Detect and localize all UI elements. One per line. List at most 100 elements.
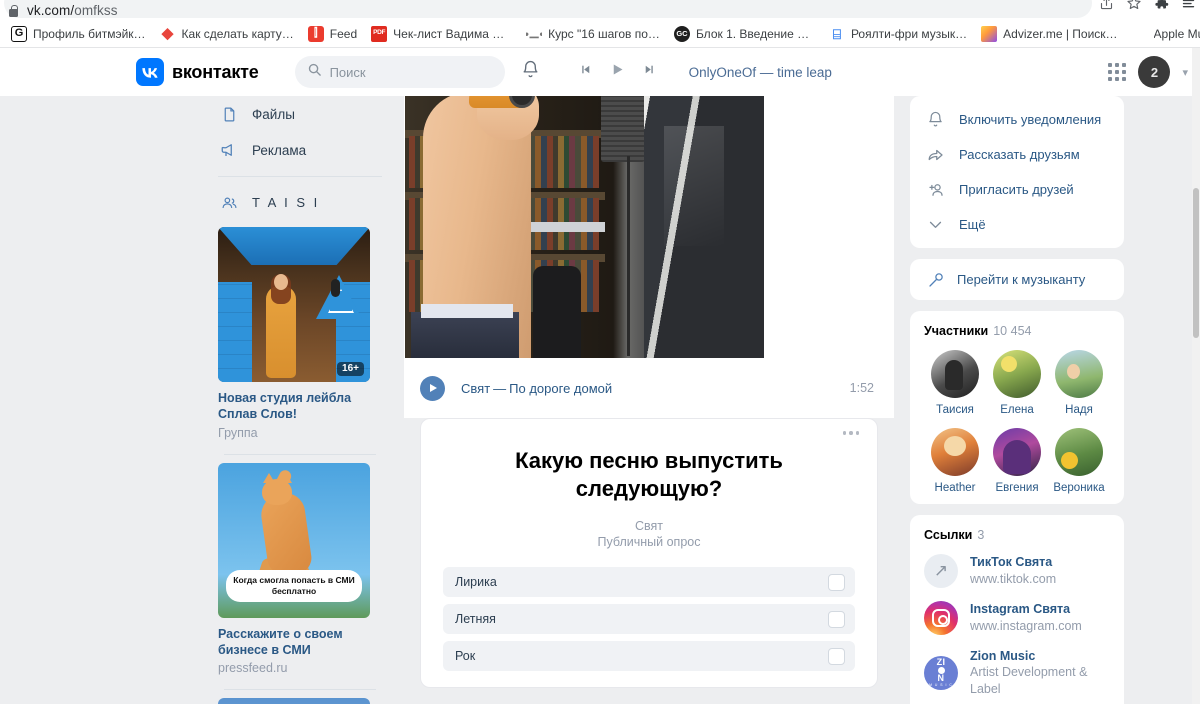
bookmark-item[interactable]: PDF Чек-лист Вадима Р… [364, 23, 519, 45]
group-action-label: Включить уведомления [959, 112, 1102, 127]
more-options-icon[interactable] [842, 431, 859, 435]
member-item[interactable]: Елена [993, 350, 1041, 416]
member-name[interactable]: Таисия [936, 404, 974, 416]
sidebar-item-files[interactable]: Файлы [212, 96, 388, 132]
bookmark-item[interactable]: GC Блок 1. Введение в… [667, 23, 822, 45]
poll-option-checkbox[interactable] [828, 610, 845, 628]
notifications-bell-icon[interactable] [521, 60, 540, 84]
share-arrow-icon [926, 146, 945, 164]
member-name[interactable]: Вероника [1053, 482, 1104, 494]
link-title[interactable]: ТикТок Свята [970, 554, 1056, 570]
bookmark-item[interactable]: Advizer.me | Поиск… [974, 23, 1124, 45]
browser-chrome: vk.com/omfkss G Профиль битмэйк… ◆ Как сдел… [0, 0, 1200, 48]
link-url: www.tiktok.com [970, 571, 1057, 586]
member-item[interactable]: Вероника [1053, 428, 1105, 494]
skip-next-icon[interactable] [642, 63, 657, 81]
bookmark-item[interactable]: ◆ Как сделать карту… [153, 23, 301, 45]
bookmark-item[interactable]: ⫿ Feed [301, 23, 364, 45]
microphone-icon [926, 271, 945, 289]
member-avatar[interactable] [1055, 428, 1103, 476]
member-name[interactable]: Heather [935, 482, 976, 494]
search-box[interactable] [294, 56, 505, 88]
poll-option-label: Лирика [455, 575, 497, 590]
ad-title[interactable]: Новая студия лейбла Сплав Слов! [218, 390, 370, 423]
go-to-musician-link[interactable]: Перейти к музыканту [910, 259, 1124, 300]
bookmark-item[interactable]: •⚊• Курс "16 шагов по… [519, 23, 667, 45]
url-text[interactable]: vk.com/omfkss [27, 3, 118, 18]
member-name[interactable]: Елена [1000, 404, 1034, 416]
apps-grid-icon[interactable] [1108, 63, 1127, 81]
bookmark-item[interactable]: G Профиль битмэйк… [4, 23, 153, 45]
bookmark-item[interactable]: Apple Music for Art… [1125, 23, 1200, 45]
star-icon[interactable] [1126, 0, 1142, 11]
audio-track-label[interactable]: Свят — По дороге домой [461, 381, 612, 396]
puzzle-icon[interactable] [1154, 0, 1169, 11]
share-icon[interactable] [1099, 0, 1114, 11]
ad-image[interactable]: 16+ [218, 227, 370, 382]
chevron-down-icon[interactable]: ▾ [1182, 66, 1188, 79]
sidebar-item-ads[interactable]: Реклама [212, 132, 388, 168]
member-item[interactable]: Евгения [993, 428, 1041, 494]
member-name[interactable]: Надя [1065, 404, 1093, 416]
group-action-item[interactable]: Ещё [910, 207, 1124, 242]
ad-image[interactable] [218, 698, 370, 704]
link-item[interactable]: ZI N M U S I C Zion Music Artist Development… [924, 648, 1110, 698]
member-avatar[interactable] [1055, 350, 1103, 398]
poll-option[interactable]: Рок [443, 641, 855, 672]
bookmark-label: Профиль битмэйк… [33, 26, 146, 41]
diamond-icon: ◆ [159, 25, 176, 42]
search-icon [307, 62, 322, 82]
header-right-actions: 2 ▾ [1108, 56, 1188, 88]
member-avatar[interactable] [931, 350, 979, 398]
sidebar-ad-card[interactable]: Когда смогла попасть в СМИ бесплатно Расс… [212, 455, 388, 690]
group-action-label: Рассказать друзьям [959, 147, 1080, 162]
search-input[interactable] [329, 64, 493, 80]
poll-option-checkbox[interactable] [828, 573, 845, 591]
members-grid: Таисия Елена Надя Heather Евгения Вероника [924, 350, 1110, 494]
members-count: 10 454 [993, 324, 1032, 338]
now-playing-title[interactable]: OnlyOneOf — time leap [689, 65, 832, 80]
member-name[interactable]: Евгения [995, 482, 1038, 494]
scrollbar-thumb[interactable] [1193, 188, 1199, 338]
ad-image[interactable]: Когда смогла попасть в СМИ бесплатно [218, 462, 370, 618]
omnibox-pill[interactable] [4, 0, 1092, 18]
sidebar-ad-card[interactable] [212, 690, 388, 704]
sidebar-ad-card[interactable]: 16+ Новая студия лейбла Сплав Слов! Группа [212, 219, 388, 455]
group-action-label: Пригласить друзей [959, 182, 1074, 197]
vk-logo[interactable]: вконтакте [136, 58, 259, 86]
avatar-initials: 2 [1150, 64, 1159, 80]
links-list: ↗ ТикТок Свята www.tiktok.com Instagram Свя… [924, 554, 1110, 698]
play-icon[interactable] [420, 375, 445, 401]
link-title[interactable]: Zion Music [970, 648, 1110, 664]
group-action-item[interactable]: Включить уведомления [910, 102, 1124, 137]
avatar[interactable]: 2 [1138, 56, 1171, 88]
member-item[interactable]: Таисия [931, 350, 979, 416]
play-icon[interactable] [610, 62, 625, 82]
member-avatar[interactable] [931, 428, 979, 476]
bookmark-label: Чек-лист Вадима Р… [393, 26, 513, 41]
skip-previous-icon[interactable] [578, 63, 593, 81]
apple-icon [1131, 25, 1148, 42]
post-photo[interactable] [405, 96, 764, 358]
browser-menu-icon[interactable] [1181, 0, 1196, 11]
instagram-icon [924, 601, 958, 635]
feed-icon: ⫿ [307, 25, 324, 42]
audio-track-row[interactable]: Свят — По дороге домой 1:52 [404, 358, 894, 418]
member-item[interactable]: Надя [1055, 350, 1103, 416]
link-title[interactable]: Instagram Свята [970, 601, 1082, 617]
group-action-item[interactable]: Рассказать друзьям [910, 137, 1124, 172]
member-avatar[interactable] [993, 350, 1041, 398]
poll-option[interactable]: Летняя [443, 604, 855, 635]
ad-title[interactable]: Расскажите о своем бизнесе в СМИ [218, 626, 370, 659]
bookmark-item[interactable]: ⌸ Роялти-фри музык… [822, 23, 974, 45]
group-action-item[interactable]: Пригласить друзей [910, 172, 1124, 207]
member-item[interactable]: Heather [931, 428, 979, 494]
link-item[interactable]: Instagram Свята www.instagram.com [924, 601, 1110, 635]
poll-option-checkbox[interactable] [828, 647, 845, 665]
sidebar-group-label: T A I S I [252, 194, 320, 210]
link-item[interactable]: ↗ ТикТок Свята www.tiktok.com [924, 554, 1110, 588]
member-avatar[interactable] [993, 428, 1041, 476]
sidebar-item-group-taisi[interactable]: T A I S I [212, 185, 388, 219]
page-scrollbar[interactable] [1192, 48, 1200, 704]
poll-option[interactable]: Лирика [443, 567, 855, 598]
